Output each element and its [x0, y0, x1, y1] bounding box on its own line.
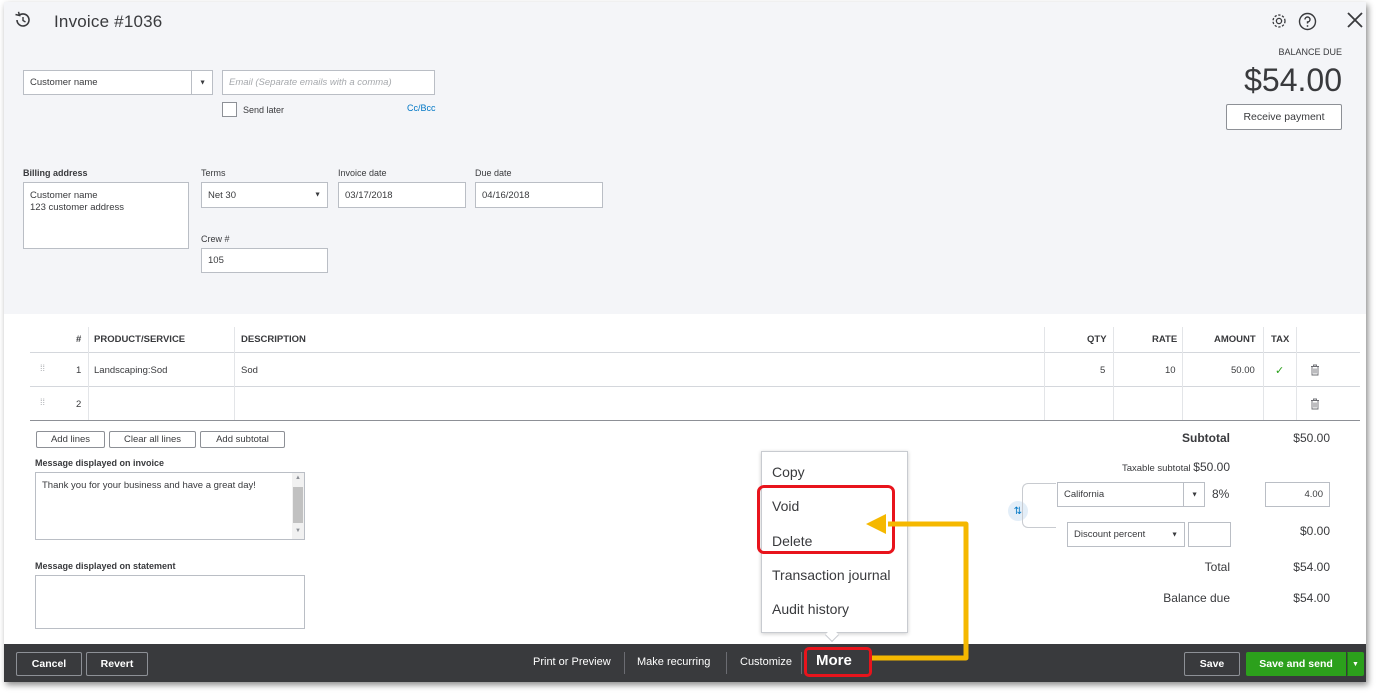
discount-type-value: Discount percent	[1074, 529, 1146, 540]
add-lines-button[interactable]: Add lines	[36, 431, 105, 448]
col-header-tax: TAX	[1271, 334, 1290, 345]
crew-value: 105	[208, 255, 224, 266]
invoice-message-textarea[interactable]: Thank you for your business and have a g…	[35, 472, 305, 540]
amount-cell[interactable]: 50.00	[1231, 365, 1255, 376]
more-highlight	[804, 647, 872, 677]
row-number: 2	[76, 399, 82, 410]
balance-due-label: BALANCE DUE	[1278, 47, 1342, 57]
subtotal-label: Subtotal	[1182, 431, 1230, 445]
customize-link[interactable]: Customize	[740, 656, 792, 668]
customer-select[interactable]: Customer name ▼	[23, 70, 213, 95]
col-header-num: #	[76, 334, 82, 345]
terms-value: Net 30	[208, 189, 236, 201]
billing-line-2: 123 customer address	[30, 202, 124, 213]
taxable-subtotal: Taxable subtotal $50.00	[1122, 460, 1230, 474]
menu-item-copy[interactable]: Copy	[772, 464, 805, 480]
drag-handle-icon[interactable]: ⁞⁞	[40, 397, 45, 407]
cancel-button[interactable]: Cancel	[16, 652, 82, 676]
invoice-window: Invoice #1036 BALANCE DUE $54.00 Receive…	[4, 2, 1366, 682]
add-subtotal-button[interactable]: Add subtotal	[200, 431, 285, 448]
col-header-product: PRODUCT/SERVICE	[94, 334, 186, 345]
subtotal-value: $50.00	[1293, 431, 1330, 445]
tax-checkmark-icon[interactable]: ✓	[1275, 364, 1284, 377]
invoice-date-input[interactable]: 03/17/2018	[338, 182, 466, 208]
tax-rate: 8%	[1212, 487, 1230, 501]
invoice-message-text: Thank you for your business and have a g…	[42, 480, 256, 491]
product-cell[interactable]: Landscaping:Sod	[94, 365, 167, 376]
taxable-subtotal-label: Taxable subtotal	[1121, 463, 1191, 474]
tax-region-select[interactable]: California ▼	[1057, 482, 1205, 507]
revert-button[interactable]: Revert	[86, 652, 148, 676]
close-icon[interactable]	[1344, 9, 1366, 31]
crew-label: Crew #	[201, 234, 230, 244]
due-date-label: Due date	[475, 168, 512, 178]
cc-bcc-link[interactable]: Cc/Bcc	[407, 103, 436, 113]
billing-address-field[interactable]: Customer name 123 customer address	[23, 182, 189, 249]
terms-label: Terms	[201, 168, 226, 178]
send-later-label: Send later	[243, 105, 285, 115]
footer-toolbar: Cancel Revert Print or Preview Make recu…	[4, 644, 1366, 682]
taxable-subtotal-value: $50.00	[1193, 460, 1230, 474]
balance-due-bottom-value: $54.00	[1293, 591, 1330, 605]
chevron-down-icon: ▼	[1352, 660, 1359, 668]
crew-input[interactable]: 105	[201, 248, 328, 273]
email-input[interactable]: Email (Separate emails with a comma)	[222, 70, 435, 95]
chevron-down-icon: ▼	[1171, 531, 1178, 538]
send-later-checkbox[interactable]	[222, 102, 237, 117]
page-title: Invoice #1036	[54, 12, 163, 31]
balance-due-bottom-label: Balance due	[1163, 591, 1230, 605]
billing-address-label: Billing address	[23, 168, 88, 178]
total-value: $54.00	[1293, 560, 1330, 574]
qty-cell[interactable]: 5	[1100, 365, 1105, 376]
recent-transactions-icon[interactable]	[12, 9, 34, 31]
statement-message-label: Message displayed on statement	[35, 561, 176, 571]
due-date-value: 04/16/2018	[482, 189, 530, 201]
clear-all-lines-button[interactable]: Clear all lines	[109, 431, 196, 448]
balance-due-amount: $54.00	[1244, 62, 1342, 98]
textarea-scrollbar[interactable]: ▲ ▼	[292, 473, 304, 539]
invoice-header-area: Invoice #1036 BALANCE DUE $54.00 Receive…	[4, 2, 1366, 314]
print-preview-link[interactable]: Print or Preview	[533, 656, 611, 668]
col-header-rate: RATE	[1152, 334, 1178, 345]
col-header-qty: QTY	[1087, 334, 1107, 345]
chevron-down-icon: ▼	[314, 191, 321, 199]
discount-amount-input[interactable]	[1188, 522, 1231, 547]
save-and-send-button[interactable]: Save and send	[1246, 652, 1346, 676]
col-header-amount: AMOUNT	[1214, 334, 1256, 345]
billing-line-1: Customer name	[30, 190, 98, 201]
tax-amount-value: 4.00	[1304, 489, 1324, 500]
chevron-down-icon: ▼	[1191, 491, 1198, 498]
invoice-message-label: Message displayed on invoice	[35, 458, 165, 468]
invoice-date-label: Invoice date	[338, 168, 387, 178]
trash-icon[interactable]	[1307, 362, 1323, 378]
settings-gear-icon[interactable]	[1268, 10, 1290, 32]
description-cell[interactable]: Sod	[241, 365, 258, 376]
trash-icon[interactable]	[1307, 396, 1323, 412]
terms-select[interactable]: Net 30 ▼	[201, 182, 328, 208]
discount-type-select[interactable]: Discount percent ▼	[1067, 522, 1185, 547]
tax-region-value: California	[1064, 489, 1105, 500]
menu-item-audit-history[interactable]: Audit history	[772, 601, 849, 617]
tax-bracket-decoration	[1022, 483, 1056, 528]
invoice-date-value: 03/17/2018	[345, 189, 393, 201]
save-button[interactable]: Save	[1184, 652, 1240, 676]
discount-value: $0.00	[1299, 524, 1330, 538]
save-options-dropdown[interactable]: ▼	[1347, 652, 1364, 676]
arrow-annotation	[866, 514, 969, 661]
row-number: 1	[76, 365, 82, 376]
drag-handle-icon[interactable]: ⁞⁞	[40, 363, 45, 373]
email-placeholder: Email (Separate emails with a comma)	[229, 77, 392, 88]
customer-placeholder: Customer name	[30, 77, 98, 88]
total-label: Total	[1204, 560, 1230, 574]
help-icon[interactable]	[1296, 10, 1318, 32]
make-recurring-link[interactable]: Make recurring	[637, 656, 710, 668]
due-date-input[interactable]: 04/16/2018	[475, 182, 603, 208]
col-header-description: DESCRIPTION	[241, 334, 306, 345]
chevron-down-icon: ▼	[199, 79, 206, 86]
receive-payment-button[interactable]: Receive payment	[1226, 104, 1342, 130]
tax-amount-input[interactable]: 4.00	[1265, 482, 1330, 507]
statement-message-textarea[interactable]	[35, 575, 305, 629]
rate-cell[interactable]: 10	[1165, 365, 1176, 376]
